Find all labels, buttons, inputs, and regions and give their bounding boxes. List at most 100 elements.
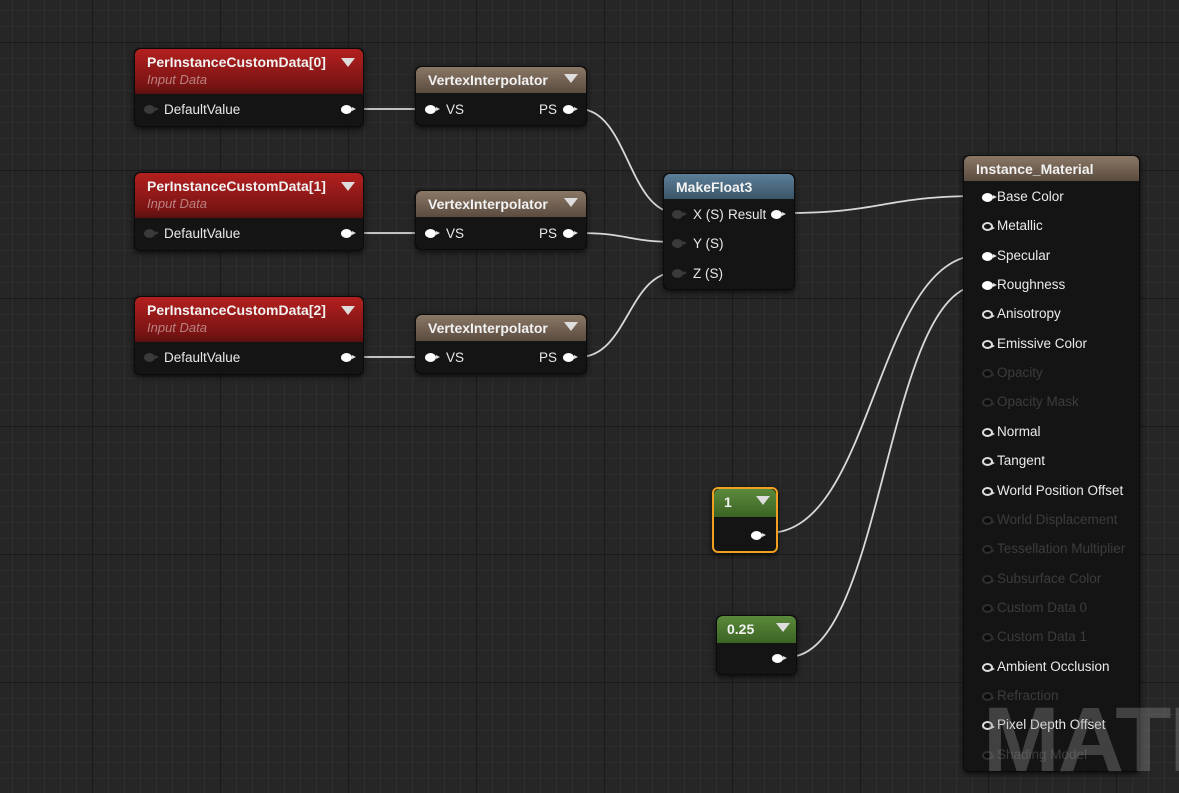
pin-input[interactable] (982, 662, 995, 672)
input-label: World Position Offset (997, 482, 1124, 498)
pin-output[interactable] (341, 229, 356, 238)
pin-input[interactable] (982, 193, 997, 202)
constant-value: 1 (724, 494, 732, 510)
input-label: Tessellation Multiplier (997, 541, 1126, 557)
pin-label: DefaultValue (164, 350, 241, 365)
node-subtitle: Input Data (147, 72, 207, 87)
pin-result[interactable] (771, 210, 786, 219)
pin-output[interactable] (341, 353, 356, 362)
custom-data-node-2[interactable]: PerInstanceCustomData[2] Input Data Defau… (134, 296, 364, 375)
watermark: MATERIAL (983, 689, 1179, 791)
node-header[interactable]: VertexInterpolator (416, 315, 586, 341)
custom-data-node-1[interactable]: PerInstanceCustomData[1] Input Data Defau… (134, 172, 364, 251)
pin-label-result: Result (728, 207, 767, 222)
dropdown-icon[interactable] (564, 322, 578, 331)
pin-z[interactable] (672, 269, 687, 278)
input-label: Opacity (997, 365, 1043, 381)
pin-input[interactable] (144, 105, 159, 114)
custom-data-node-0[interactable]: PerInstanceCustomData[0] Input Data Defau… (134, 48, 364, 127)
node-title: PerInstanceCustomData[1] (147, 178, 326, 194)
pin-output[interactable] (341, 105, 356, 114)
constant-value: 0.25 (727, 621, 755, 637)
vertex-interpolator-node-1[interactable]: VertexInterpolator VS PS (415, 190, 587, 250)
pin-input[interactable] (144, 229, 159, 238)
node-header[interactable]: PerInstanceCustomData[2] Input Data (135, 297, 363, 342)
pin-input[interactable] (982, 574, 995, 584)
pin-label: VS (446, 102, 465, 117)
pin-vs[interactable] (425, 353, 440, 362)
pin-input[interactable] (982, 398, 995, 408)
node-header[interactable]: 0.25 (717, 616, 796, 643)
input-label: Custom Data 1 (997, 629, 1088, 645)
dropdown-icon[interactable] (564, 198, 578, 207)
pin-label-x: X (S) (693, 207, 724, 222)
pin-label: DefaultValue (164, 226, 241, 241)
pin-input[interactable] (982, 603, 995, 613)
input-label: Normal (997, 423, 1041, 439)
input-label: Anisotropy (997, 306, 1061, 322)
node-header[interactable]: Instance_Material (964, 156, 1139, 181)
node-title: VertexInterpolator (428, 320, 548, 336)
pin-label: PS (539, 102, 558, 117)
node-title: VertexInterpolator (428, 196, 548, 212)
pin-output[interactable] (751, 531, 766, 540)
pin-input[interactable] (982, 310, 995, 320)
node-header[interactable]: PerInstanceCustomData[1] Input Data (135, 173, 363, 218)
pin-y[interactable] (672, 239, 687, 248)
input-label: Opacity Mask (997, 394, 1079, 410)
pin-input[interactable] (982, 369, 995, 379)
pin-input[interactable] (982, 457, 995, 467)
node-title: PerInstanceCustomData[2] (147, 302, 326, 318)
material-result-node[interactable]: Instance_Material Base Color Metallic Spec… (963, 155, 1140, 772)
pin-ps[interactable] (563, 105, 578, 114)
pin-vs[interactable] (425, 229, 440, 238)
pin-input[interactable] (982, 339, 995, 349)
node-header[interactable]: PerInstanceCustomData[0] Input Data (135, 49, 363, 94)
pin-input[interactable] (982, 633, 995, 643)
pin-input[interactable] (144, 353, 159, 362)
pin-label: PS (539, 350, 558, 365)
input-label: Emissive Color (997, 335, 1088, 351)
input-label: Subsurface Color (997, 570, 1102, 586)
pin-input[interactable] (982, 427, 995, 437)
input-label: Tangent (997, 453, 1046, 469)
dropdown-icon[interactable] (564, 74, 578, 83)
input-label: Specular (997, 247, 1051, 263)
node-header[interactable]: 1 (714, 489, 776, 517)
pin-label: VS (446, 350, 465, 365)
node-subtitle: Input Data (147, 320, 207, 335)
pin-input[interactable] (982, 251, 997, 261)
pin-input[interactable] (982, 515, 995, 525)
dropdown-icon[interactable] (756, 496, 770, 505)
node-header[interactable]: MakeFloat3 (664, 174, 794, 199)
node-header[interactable]: VertexInterpolator (416, 191, 586, 217)
pin-label-z: Z (S) (693, 266, 723, 281)
pin-input[interactable] (982, 486, 995, 496)
input-label: Custom Data 0 (997, 599, 1088, 615)
pin-output[interactable] (772, 654, 787, 663)
vertex-interpolator-node-2[interactable]: VertexInterpolator VS PS (415, 314, 587, 374)
node-title: PerInstanceCustomData[0] (147, 54, 326, 70)
node-subtitle: Input Data (147, 196, 207, 211)
pin-vs[interactable] (425, 105, 440, 114)
dropdown-icon[interactable] (776, 623, 790, 632)
node-title: Instance_Material (976, 161, 1094, 177)
constant-node-0-25[interactable]: 0.25 (716, 615, 797, 675)
dropdown-icon[interactable] (341, 58, 355, 67)
pin-x[interactable] (672, 210, 687, 219)
input-label: World Displacement (997, 511, 1118, 527)
dropdown-icon[interactable] (341, 182, 355, 191)
pin-ps[interactable] (563, 353, 578, 362)
node-title: MakeFloat3 (676, 179, 753, 195)
pin-input[interactable] (982, 281, 997, 291)
make-float3-node[interactable]: MakeFloat3 X (S) Result Y (S) Z (S) (663, 173, 795, 290)
wire-8 (787, 284, 982, 658)
pin-ps[interactable] (563, 229, 578, 238)
dropdown-icon[interactable] (341, 306, 355, 315)
constant-node-1[interactable]: 1 (712, 487, 778, 553)
pin-input[interactable] (982, 545, 995, 555)
vertex-interpolator-node-0[interactable]: VertexInterpolator VS PS (415, 66, 587, 126)
pin-input[interactable] (982, 222, 995, 232)
wire-7 (767, 254, 982, 534)
node-header[interactable]: VertexInterpolator (416, 67, 586, 93)
